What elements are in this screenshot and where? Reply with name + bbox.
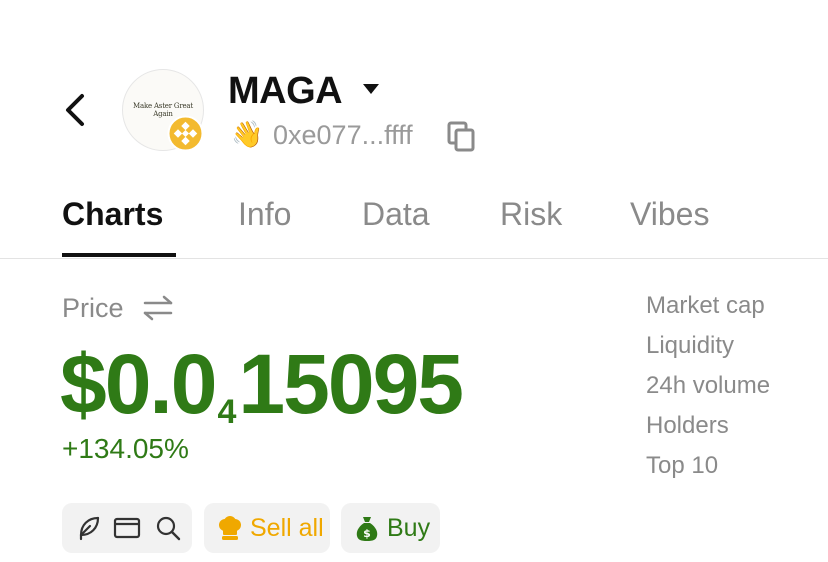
contract-address[interactable]: 0xe077...ffff xyxy=(273,119,413,151)
active-tab-indicator xyxy=(62,253,176,257)
back-arrow-icon[interactable] xyxy=(60,92,92,128)
caret-down-icon[interactable] xyxy=(362,83,380,95)
buy-button[interactable]: $ Buy xyxy=(341,503,440,553)
waving-hand-icon: 👋 xyxy=(231,119,264,149)
chef-hat-icon xyxy=(219,516,241,540)
tab-vibes[interactable]: Vibes xyxy=(630,194,709,234)
stat-liquidity: Liquidity xyxy=(646,332,735,359)
tool-group xyxy=(62,503,192,553)
swap-icon[interactable] xyxy=(142,294,174,322)
tab-data[interactable]: Data xyxy=(362,194,430,234)
stat-market-cap: Market cap xyxy=(646,292,765,319)
price-zero-count: 4 xyxy=(217,393,237,431)
buy-label: Buy xyxy=(387,513,431,542)
price-label: Price xyxy=(62,293,124,323)
bnb-chain-icon xyxy=(167,115,204,152)
stat-24h-volume: 24h volume xyxy=(646,372,771,399)
browser-window-icon[interactable] xyxy=(113,514,141,542)
feather-icon[interactable] xyxy=(74,514,102,542)
svg-text:$: $ xyxy=(363,527,371,540)
price-digits: 15095 xyxy=(238,337,464,431)
stat-holders: Holders xyxy=(646,412,729,439)
search-icon[interactable] xyxy=(154,514,182,542)
money-bag-icon: $ xyxy=(356,517,378,541)
tab-risk[interactable]: Risk xyxy=(500,194,562,234)
tab-bar: Charts Info Data Risk Vibes xyxy=(0,190,828,259)
stat-top-10: Top 10 xyxy=(646,452,719,479)
tab-info[interactable]: Info xyxy=(238,194,291,234)
tab-charts[interactable]: Charts xyxy=(62,194,163,234)
sell-all-button[interactable]: Sell all xyxy=(204,503,330,553)
price-prefix: $0.0 xyxy=(60,337,217,431)
token-name[interactable]: MAGA xyxy=(228,70,343,112)
stats-list: Market cap Liquidity 24h volume Holders … xyxy=(646,286,770,486)
sell-all-label: Sell all xyxy=(250,513,324,542)
price-change: +134.05% xyxy=(62,433,189,464)
copy-icon[interactable] xyxy=(446,120,476,152)
